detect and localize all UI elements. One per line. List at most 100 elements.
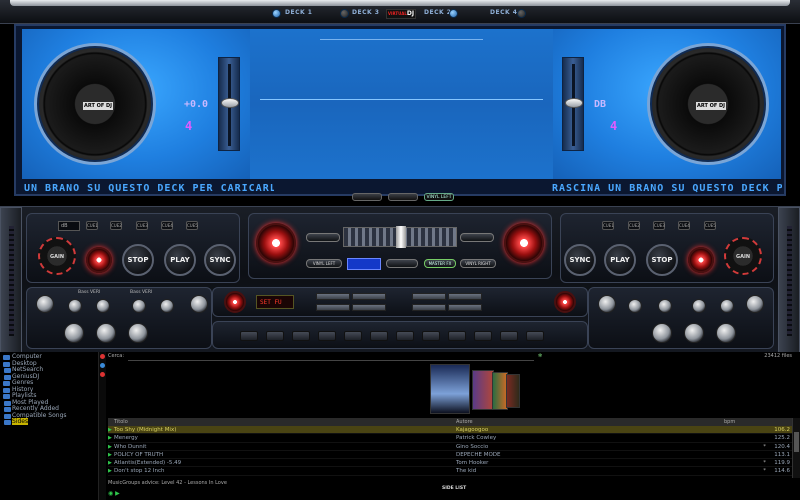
track-row[interactable]: ▶ Don't stop 12 Inch The kid * 114.6 [108, 467, 792, 476]
right-fx3-knob[interactable] [716, 323, 736, 343]
sampler-pad-4[interactable] [318, 331, 336, 341]
left-volume-knob[interactable] [190, 295, 208, 313]
fx-pad[interactable] [352, 304, 386, 311]
right-cue5-button[interactable]: CUE5 [704, 221, 716, 230]
right-eq-extra-knob[interactable] [720, 299, 734, 313]
left-eq-mid-knob[interactable] [96, 299, 110, 313]
fx-pad[interactable] [352, 293, 386, 300]
left-gain-knob[interactable]: GAIN [38, 237, 76, 275]
deck2-indicator-icon[interactable] [449, 9, 458, 18]
left-turntable-platter[interactable]: ART OF DJ [34, 43, 156, 165]
right-load-button[interactable] [460, 233, 494, 242]
fx-param-knob[interactable] [554, 291, 576, 313]
left-pitch-handle[interactable] [221, 98, 239, 108]
left-fx1-knob[interactable] [64, 323, 84, 343]
right-sync-button[interactable]: SYNC [564, 244, 596, 276]
right-cue1-button[interactable]: CUE1 [602, 221, 614, 230]
playlist-icon[interactable] [100, 372, 105, 377]
sampler-pad-11[interactable] [500, 331, 518, 341]
left-play-button[interactable]: PLAY [164, 244, 196, 276]
fx-select-knob[interactable] [224, 291, 246, 313]
right-stop-button[interactable]: STOP [646, 244, 678, 276]
right-cue4-button[interactable]: CUE4 [678, 221, 690, 230]
sampler-pad-1[interactable] [240, 331, 258, 341]
right-eq-low-knob[interactable] [692, 299, 706, 313]
deck3-indicator-icon[interactable] [340, 9, 349, 18]
deck4-tab[interactable]: DECK 4 [490, 9, 517, 16]
cover-flow[interactable] [430, 364, 540, 416]
right-fx2-knob[interactable] [684, 323, 704, 343]
left-pitch-slider[interactable] [218, 57, 240, 151]
left-stop-button[interactable]: STOP [122, 244, 154, 276]
crossfader-handle[interactable] [396, 226, 406, 248]
tree-item[interactable]: Sides [0, 418, 98, 426]
deck1-tab[interactable]: DECK 1 [285, 9, 312, 16]
sampler-pad-10[interactable] [474, 331, 492, 341]
crossfader[interactable] [343, 226, 457, 248]
right-jog-indicator[interactable] [504, 223, 544, 263]
left-cue4-button[interactable]: CUE4 [161, 221, 173, 230]
track-row[interactable]: ▶ Menergy Patrick Cowley 125.2 [108, 434, 792, 443]
deck3-tab[interactable]: DECK 3 [352, 9, 379, 16]
fx-pad[interactable] [412, 304, 446, 311]
left-eq-low-knob[interactable] [132, 299, 146, 313]
fx-pad[interactable] [316, 293, 350, 300]
left-fx3-knob[interactable] [128, 323, 148, 343]
album-cover[interactable] [472, 370, 494, 410]
deck1-indicator-icon[interactable] [272, 9, 281, 18]
search-input[interactable] [128, 353, 534, 361]
fx-pad[interactable] [448, 293, 482, 300]
left-load-button[interactable] [306, 233, 340, 242]
fx-pad[interactable] [448, 304, 482, 311]
sampler-pad-7[interactable] [396, 331, 414, 341]
left-filter-knob[interactable] [36, 295, 54, 313]
waveform-display[interactable] [250, 29, 553, 179]
track-list-scrollbar[interactable] [792, 418, 800, 478]
vinyl-left-button[interactable]: VINYL LEFT [306, 259, 342, 268]
track-row[interactable]: ▶ Who Dunnit Gino Soccio * 120.4 [108, 443, 792, 451]
vinyl-mode-button[interactable]: VINYL LEFT [424, 193, 454, 201]
track-row[interactable]: ▶ POLICY OF TRUTH DEPECHE MODE 113.1 [108, 451, 792, 460]
vinyl-right-button[interactable]: VINYL RIGHT [460, 259, 496, 268]
sampler-pad-5[interactable] [344, 331, 362, 341]
deck4-indicator-icon[interactable] [517, 9, 526, 18]
right-eq-high-knob[interactable] [628, 299, 642, 313]
sampler-pad-8[interactable] [422, 331, 440, 341]
fx-pad[interactable] [412, 293, 446, 300]
right-eq-mid-knob[interactable] [658, 299, 672, 313]
scrollbar-thumb[interactable] [794, 432, 799, 452]
center-mode-button[interactable] [386, 259, 418, 268]
right-turntable-platter[interactable]: ART OF DJ [647, 43, 769, 165]
fx-pad[interactable] [316, 304, 350, 311]
master-fx-button[interactable]: MASTER FX [424, 259, 456, 268]
left-cue5-button[interactable]: CUE5 [186, 221, 198, 230]
advice-icons[interactable]: ◉ ▶ [108, 490, 120, 497]
column-artist[interactable]: Autore [456, 419, 473, 425]
side-list-toggle[interactable]: SIDE LIST [442, 486, 466, 491]
left-jog-indicator[interactable] [256, 223, 296, 263]
search-options-icon[interactable]: ✻ [538, 353, 542, 359]
album-cover[interactable] [506, 374, 520, 408]
left-cue2-button[interactable]: CUE2 [110, 221, 122, 230]
right-pitch-knob[interactable] [688, 247, 714, 273]
left-eq-high-knob[interactable] [68, 299, 82, 313]
screen-mode-button-1[interactable] [352, 193, 382, 201]
sampler-pad-12[interactable] [526, 331, 544, 341]
record-icon[interactable] [100, 354, 105, 359]
right-cue2-button[interactable]: CUE2 [628, 221, 640, 230]
right-volume-knob[interactable] [598, 295, 616, 313]
album-cover-main[interactable] [430, 364, 470, 414]
column-bpm[interactable]: bpm [724, 419, 735, 425]
sampler-pad-3[interactable] [292, 331, 310, 341]
deck2-tab[interactable]: DECK 2 [424, 9, 451, 16]
sampler-pad-9[interactable] [448, 331, 466, 341]
sampler-pad-6[interactable] [370, 331, 388, 341]
right-pitch-handle[interactable] [565, 98, 583, 108]
right-pitch-slider[interactable] [562, 57, 584, 151]
left-pitch-knob[interactable] [86, 247, 112, 273]
right-gain-knob[interactable]: GAIN [724, 237, 762, 275]
sampler-pad-2[interactable] [266, 331, 284, 341]
left-eq-extra-knob[interactable] [160, 299, 174, 313]
left-sync-button[interactable]: SYNC [204, 244, 236, 276]
screen-mode-button-2[interactable] [388, 193, 418, 201]
